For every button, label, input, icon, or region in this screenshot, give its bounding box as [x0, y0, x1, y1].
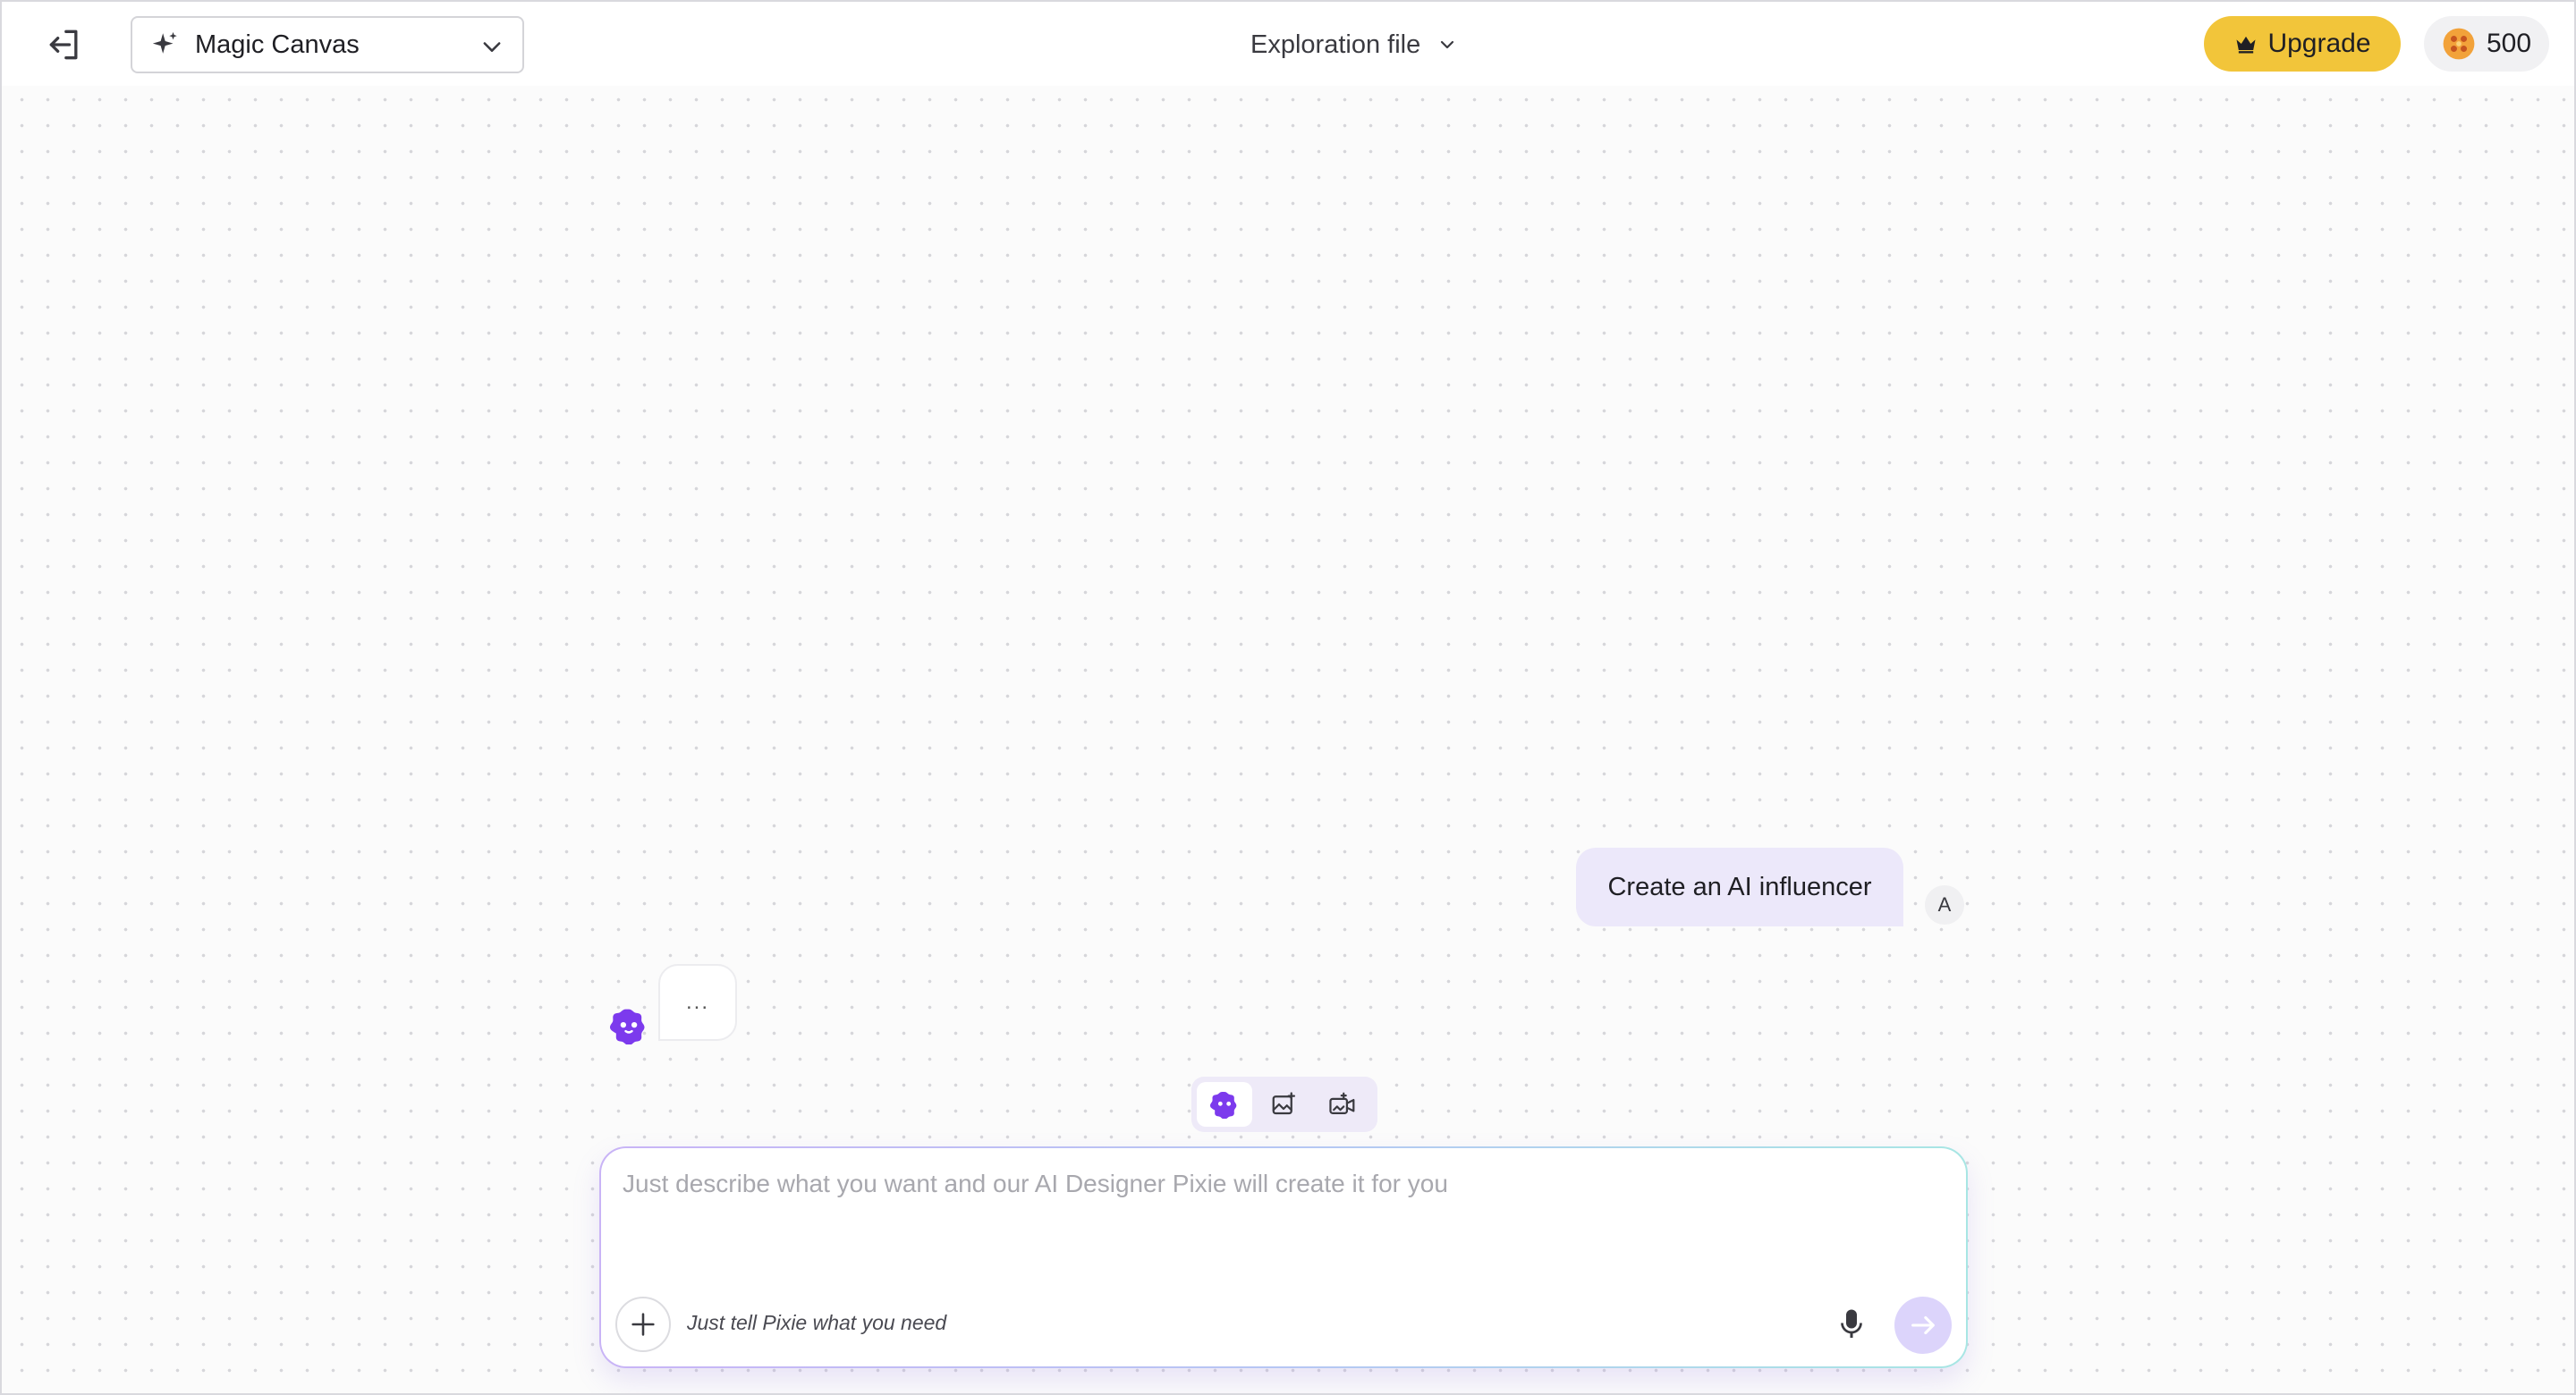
chevron-down-icon [483, 42, 501, 52]
sparkle-icon [148, 28, 182, 62]
microphone-icon [1841, 1309, 1862, 1338]
bot-typing-bubble: ... [658, 964, 737, 1041]
add-attachment-button[interactable] [615, 1297, 671, 1352]
tab-image-generate[interactable] [1256, 1082, 1311, 1127]
crown-icon [2236, 36, 2256, 54]
user-message-bubble: Create an AI influencer [1576, 848, 1903, 926]
tab-pixie-assistant[interactable] [1197, 1082, 1252, 1127]
generation-mode-tabs [1191, 1077, 1377, 1132]
pixie-avatar-icon [610, 1009, 645, 1044]
voice-input-button[interactable] [1832, 1304, 1871, 1345]
exit-button[interactable] [41, 23, 88, 66]
plus-icon [631, 1313, 655, 1336]
upgrade-label: Upgrade [2267, 29, 2371, 58]
credits-badge[interactable]: 500 [2424, 16, 2549, 72]
arrow-right-icon [1911, 1315, 1935, 1335]
file-title-dropdown[interactable]: Exploration file [1250, 23, 1458, 66]
mode-select-label: Magic Canvas [195, 30, 360, 59]
user-avatar: A [1925, 885, 1964, 925]
upgrade-button[interactable]: Upgrade [2204, 16, 2401, 72]
bot-typing-indicator: ... [685, 990, 709, 1014]
exit-icon [49, 30, 78, 60]
video-generate-icon [1329, 1092, 1355, 1114]
chevron-down-icon [1441, 40, 1454, 49]
file-title: Exploration file [1250, 30, 1421, 59]
top-bar: Magic Canvas Exploration file Upgrade 50… [2, 2, 2574, 86]
send-button[interactable] [1894, 1297, 1952, 1354]
credits-count: 500 [2486, 29, 2532, 58]
user-message-text: Create an AI influencer [1607, 872, 1872, 901]
tab-video-generate[interactable] [1315, 1082, 1370, 1127]
mode-select-dropdown[interactable]: Magic Canvas [131, 16, 524, 73]
prompt-composer-body: Just tell Pixie what you need [601, 1148, 1966, 1366]
prompt-input[interactable] [623, 1170, 1928, 1277]
prompt-composer: Just tell Pixie what you need [599, 1146, 1968, 1368]
pixie-icon [1210, 1092, 1237, 1119]
coin-icon [2443, 28, 2475, 60]
composer-hint: Just tell Pixie what you need [687, 1311, 947, 1334]
app-window: Magic Canvas Exploration file Upgrade 50… [0, 0, 2576, 1395]
image-generate-icon [1272, 1092, 1295, 1115]
